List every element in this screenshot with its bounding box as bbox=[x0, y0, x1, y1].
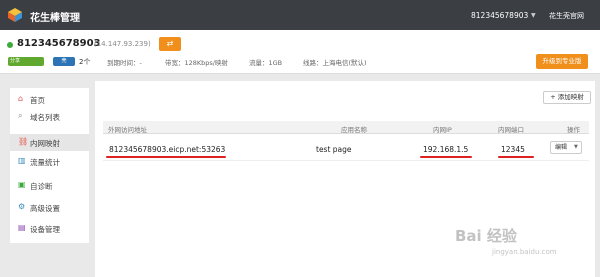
sidebar-item-domains[interactable]: ⌕ 域名列表 bbox=[10, 108, 89, 125]
sidebar-item-label: 自诊断 bbox=[30, 182, 53, 191]
sidebar-item-label: 设备管理 bbox=[30, 225, 60, 234]
mapping-count: 2个 bbox=[79, 58, 91, 66]
device-info-bar bbox=[0, 30, 600, 74]
column-header: 应用名称 bbox=[341, 126, 367, 134]
user-menu[interactable]: 812345678903 bbox=[471, 11, 528, 20]
sidebar-item-intranet-mapping[interactable]: ⛓ 内网映射 bbox=[10, 134, 89, 151]
traffic-info: 流量：1GB bbox=[249, 59, 283, 67]
search-icon: ⌕ bbox=[18, 111, 23, 120]
sidebar: ⌂ 首页 ⌕ 域名列表 ⛓ 内网映射 ▥ 流量统计 ▣ 自诊断 ⚙ 高级设置 ▤… bbox=[10, 88, 89, 243]
highlight-underline bbox=[498, 156, 534, 158]
online-status-icon bbox=[7, 42, 13, 48]
highlight-underline bbox=[420, 156, 472, 158]
sidebar-item-label: 流量统计 bbox=[30, 158, 60, 167]
column-header: 内网IP bbox=[433, 126, 452, 134]
kit-icon: ▣ bbox=[18, 180, 26, 189]
gear-icon: ⚙ bbox=[18, 202, 26, 211]
sidebar-item-devices[interactable]: ▤ 设备管理 bbox=[10, 220, 89, 237]
upgrade-button[interactable]: 升级到专业版 bbox=[536, 54, 588, 69]
logo-icon bbox=[8, 8, 22, 22]
app-name: test page bbox=[316, 145, 352, 154]
watermark: Bai 经验 bbox=[455, 227, 517, 245]
sidebar-item-home[interactable]: ⌂ 首页 bbox=[10, 91, 89, 108]
bandwidth-info: 带宽：128Kbps/映射 bbox=[165, 59, 228, 67]
column-header: 操作 bbox=[567, 126, 580, 134]
intranet-port: 12345 bbox=[501, 145, 525, 154]
sidebar-item-label: 高级设置 bbox=[30, 204, 60, 213]
watermark-url: jingyan.baidu.com bbox=[492, 248, 557, 256]
sidebar-item-label: 域名列表 bbox=[30, 113, 60, 122]
intranet-ip: 192.168.1.5 bbox=[423, 145, 469, 154]
device-icon: ▤ bbox=[18, 223, 26, 232]
row-divider bbox=[103, 160, 589, 161]
device-ip: (14.147.93.239) bbox=[94, 40, 151, 48]
line-info: 线路：上海电信(默认) bbox=[303, 59, 367, 67]
swap-button[interactable]: ⇄ bbox=[159, 37, 181, 51]
sidebar-item-diagnose[interactable]: ▣ 自诊断 bbox=[10, 177, 89, 194]
home-icon: ⌂ bbox=[18, 94, 24, 103]
top-bar: 花生棒管理 812345678903 ▼ 花生壳官网 bbox=[0, 0, 600, 30]
chevron-down-icon[interactable]: ▼ bbox=[574, 144, 578, 150]
share-badge: 分享 bbox=[8, 57, 44, 66]
add-mapping-button[interactable]: + 添加映射 bbox=[543, 91, 591, 104]
sidebar-item-label: 首页 bbox=[30, 96, 45, 105]
link-icon: ⛓ bbox=[18, 137, 29, 146]
sidebar-item-traffic[interactable]: ▥ 流量统计 bbox=[10, 153, 89, 170]
expire-time: 到期时间：- bbox=[107, 59, 142, 67]
shell-badge: 壳 bbox=[53, 57, 75, 66]
official-site-link[interactable]: 花生壳官网 bbox=[549, 11, 584, 21]
column-header: 外网访问地址 bbox=[108, 126, 147, 134]
chart-icon: ▥ bbox=[18, 156, 26, 165]
chevron-down-icon[interactable]: ▼ bbox=[531, 12, 536, 19]
app-title: 花生棒管理 bbox=[30, 13, 80, 24]
device-domain: 812345678903 bbox=[17, 38, 101, 49]
sidebar-item-label: 内网映射 bbox=[30, 139, 60, 148]
sidebar-item-advanced[interactable]: ⚙ 高级设置 bbox=[10, 199, 89, 216]
external-address[interactable]: 812345678903.eicp.net:53263 bbox=[109, 145, 225, 154]
highlight-underline bbox=[106, 156, 226, 158]
column-header: 内网端口 bbox=[498, 126, 524, 134]
